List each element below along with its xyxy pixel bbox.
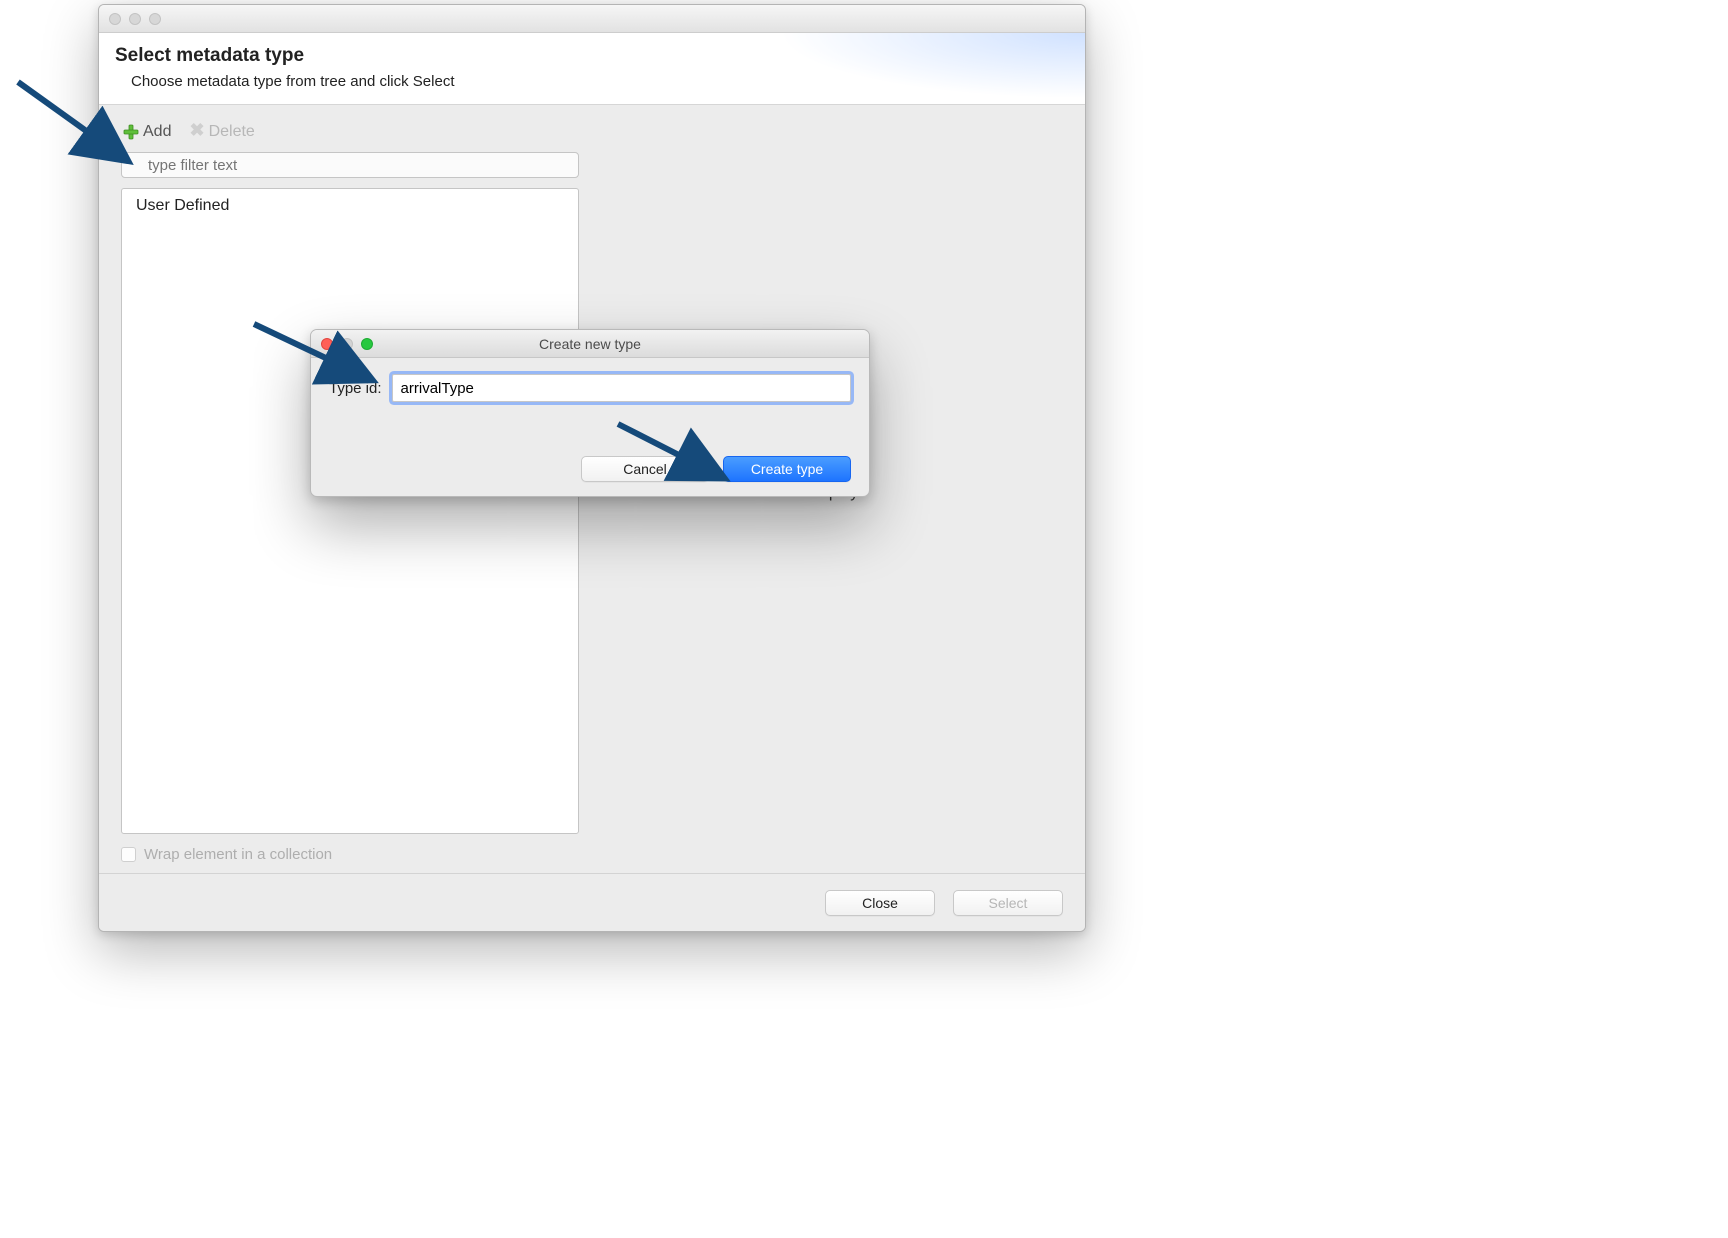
dialog-subtitle: Choose metadata type from tree and click… [131,73,1069,90]
add-button-label: Add [143,123,171,141]
traffic-dot-inactive [109,13,121,25]
tree-item-user-defined[interactable]: User Defined [132,195,568,217]
modal-titlebar: Create new type [311,330,869,358]
dialog-footer: Close Select [99,873,1085,931]
create-new-type-dialog: Create new type Type id: Cancel Create t… [310,329,870,497]
window-titlebar [99,5,1085,33]
close-button[interactable]: Close [825,890,935,916]
cancel-button[interactable]: Cancel [581,456,709,482]
filter-input[interactable] [121,152,579,178]
type-tree[interactable]: User Defined [121,188,579,834]
plus-icon [123,124,139,140]
delete-button: ✖ Delete [189,121,254,142]
create-type-button[interactable]: Create type [723,456,851,482]
select-button: Select [953,890,1063,916]
modal-title: Create new type [311,336,869,352]
type-id-input[interactable] [392,374,851,402]
dialog-title: Select metadata type [115,45,1069,67]
wrap-collection-label: Wrap element in a collection [144,846,332,863]
maximize-icon[interactable] [361,338,373,350]
type-id-label: Type id: [329,380,382,397]
delete-x-icon: ✖ [189,120,204,141]
dialog-header: Select metadata type Choose metadata typ… [99,33,1085,105]
add-button[interactable]: Add [123,123,171,141]
toolbar: Add ✖ Delete [121,119,1063,152]
delete-button-label: Delete [209,123,255,141]
header-decoration [755,33,1085,104]
close-icon[interactable] [321,338,333,350]
minimize-icon [341,338,353,350]
traffic-dot-inactive [149,13,161,25]
wrap-collection-checkbox[interactable] [121,847,136,862]
traffic-dot-inactive [129,13,141,25]
